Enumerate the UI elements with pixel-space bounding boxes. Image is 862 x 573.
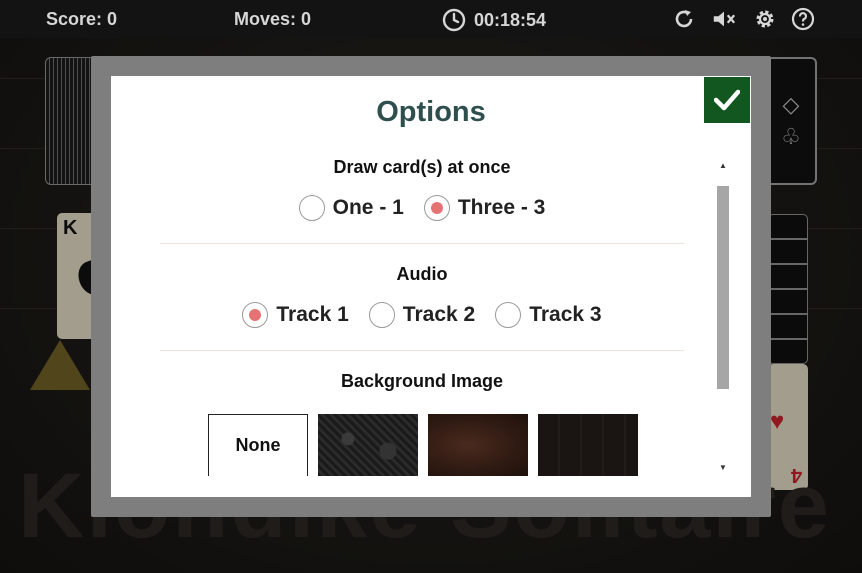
mute-button[interactable] (711, 6, 737, 32)
options-scroll-area[interactable]: Draw card(s) at once One - 1 Three - 3 A… (160, 157, 732, 477)
radio-unchecked[interactable] (298, 195, 325, 221)
background-option-none[interactable]: None (208, 414, 308, 476)
timer-value: 00:18:54 (474, 10, 547, 30)
audio-section-title: Audio (396, 264, 448, 284)
draw-option-three[interactable]: Three - 3 (423, 195, 546, 221)
radio-unchecked[interactable] (368, 302, 395, 328)
draw-section-title: Draw card(s) at once (333, 157, 511, 177)
radio-label: Track 3 (529, 303, 602, 326)
gear-icon (756, 10, 774, 28)
settings-button[interactable] (752, 6, 778, 32)
clock-icon (442, 8, 466, 32)
radio-unchecked[interactable] (495, 302, 522, 328)
audio-options: Track 1 Track 2 Track 3 (160, 302, 684, 328)
radio-label: Track 2 (402, 303, 476, 326)
radio-checked[interactable] (242, 302, 269, 328)
moves-display: Moves: 0 (234, 9, 312, 29)
scrollbar-thumb[interactable] (717, 186, 729, 389)
radio-dot (249, 309, 262, 321)
background-section-title: Background Image (340, 371, 504, 391)
audio-option-track-1[interactable]: Track 1 (242, 302, 349, 328)
divider (160, 243, 684, 244)
audio-option-track-2[interactable]: Track 2 (368, 302, 476, 328)
divider (160, 350, 684, 351)
help-button[interactable] (790, 6, 816, 32)
confirm-button[interactable] (704, 77, 750, 123)
background-option-dark-wood[interactable] (538, 414, 638, 476)
draw-option-one[interactable]: One - 1 (298, 195, 404, 221)
background-options: None (208, 414, 638, 476)
restart-button[interactable] (671, 6, 697, 32)
draw-options: One - 1 Three - 3 (160, 195, 684, 221)
timer-display: 00:18:54 (442, 8, 546, 32)
radio-checked[interactable] (423, 195, 450, 221)
scroll-down-arrow-icon[interactable]: ▼ (718, 463, 728, 473)
radio-dot (430, 202, 443, 214)
mute-icon (713, 11, 736, 27)
help-icon (791, 7, 815, 31)
radio-label: One - 1 (332, 196, 404, 219)
scrollbar[interactable]: ▲ ▼ (716, 157, 730, 477)
radio-label: Three - 3 (457, 196, 546, 219)
background-option-dark-stone[interactable] (318, 414, 418, 476)
dialog-title: Options (376, 96, 486, 128)
restart-icon (675, 10, 693, 28)
score-display: Score: 0 (46, 9, 118, 29)
radio-label: Track 1 (276, 303, 349, 326)
top-bar: Score: 0 Moves: 0 00:18:54 (0, 0, 862, 38)
check-icon (714, 89, 740, 111)
audio-option-track-3[interactable]: Track 3 (495, 302, 602, 328)
scroll-up-arrow-icon[interactable]: ▲ (718, 161, 728, 171)
background-option-brown-leather[interactable] (428, 414, 528, 476)
